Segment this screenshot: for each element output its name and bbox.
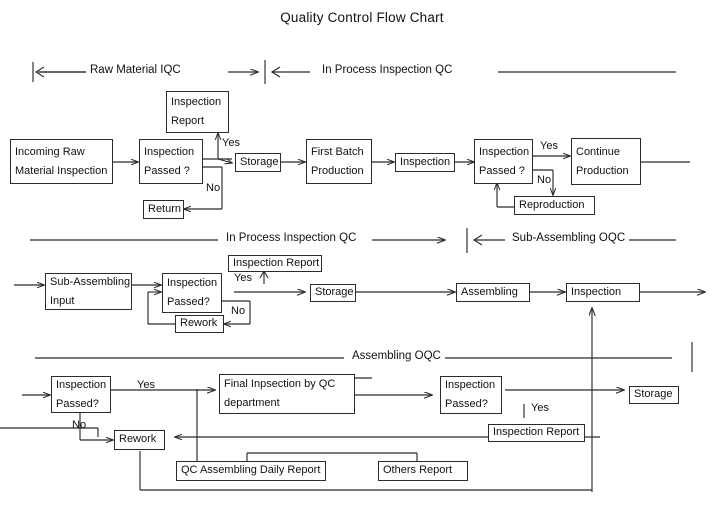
node-line-1: Inspection (400, 155, 451, 168)
band-label-raw-material-iqc: Raw Material IQC (86, 64, 185, 76)
node-line-1: Inspection (479, 145, 530, 158)
node-line-2: Passed? (56, 397, 99, 410)
node-line-2: Passed? (167, 296, 210, 308)
node-continue-production[interactable]: Continue Production (571, 138, 641, 185)
node-line-1: Return (148, 202, 182, 215)
node-line-1: Inspection (171, 96, 222, 109)
node-line-1: Inspection Report (493, 426, 580, 439)
node-inspection-1[interactable]: Inspection (395, 153, 455, 172)
node-line-2: department (224, 397, 280, 409)
node-line-1: Rework (180, 317, 218, 330)
node-sub-assembling-input[interactable]: Sub-Assembling Input (45, 273, 132, 310)
edge-label-no-3: No (231, 305, 246, 317)
node-line-1: Inspection (144, 145, 195, 158)
node-line-1: Inspection (167, 277, 218, 290)
node-line-1: Storage (315, 286, 354, 299)
node-inspection-passed-5[interactable]: Inspection Passed? (440, 376, 502, 414)
node-inspection-passed-1[interactable]: Inspection Passed ? (139, 139, 203, 184)
node-storage-3[interactable]: Storage (629, 386, 679, 404)
node-final-inspection-by-qc[interactable]: Final Inpsection by QC department (219, 374, 355, 414)
node-line-1: Inspection Report (233, 256, 320, 269)
edge-label-no-1: No (206, 182, 221, 194)
node-line-2: Input (50, 294, 75, 307)
band-label-sub-assembling-oqc: Sub-Assembling OQC (508, 232, 630, 244)
node-line-1: Incoming Raw (15, 145, 85, 158)
edge-label-yes-4: Yes (137, 379, 155, 391)
node-line-1: Inspection (571, 285, 622, 298)
node-others-report[interactable]: Others Report (378, 461, 468, 481)
node-line-1: Storage (240, 155, 279, 168)
band-label-in-process-qc-top: In Process Inspection QC (318, 64, 457, 76)
node-incoming-raw-material-inspection[interactable]: Incoming Raw Material Inspection (10, 139, 113, 184)
node-line-1: Reproduction (519, 198, 585, 211)
node-inspection-report-3[interactable]: Inspection Report (488, 424, 585, 442)
node-reproduction[interactable]: Reproduction (514, 196, 595, 215)
node-qc-assembling-daily-report[interactable]: QC Assembling Daily Report (176, 461, 326, 481)
node-inspection-2[interactable]: Inspection (566, 283, 640, 302)
node-assembling[interactable]: Assembling (456, 283, 530, 302)
node-line-1: QC Assembling Daily Report (181, 464, 321, 477)
node-line-2: Production (311, 164, 364, 177)
node-line-1: Final Inpsection by QC (224, 378, 336, 391)
node-rework-2[interactable]: Rework (114, 430, 165, 450)
node-rework-1[interactable]: Rework (175, 315, 224, 333)
edge-label-yes-3: Yes (234, 272, 252, 284)
band-label-assembling-oqc: Assembling OQC (348, 350, 445, 362)
flowchart-canvas: Quality Control Flow Chart Raw Material … (0, 0, 724, 506)
node-line-2: Passed ? (144, 164, 190, 177)
node-inspection-report-1[interactable]: Inspection Report (166, 91, 229, 133)
node-line-2: Material Inspection (15, 164, 108, 177)
edge-label-yes-2: Yes (540, 140, 558, 152)
edge-label-no-2: No (537, 174, 552, 186)
node-line-1: Rework (119, 433, 157, 446)
node-line-1: Assembling (461, 285, 518, 298)
node-line-1: Sub-Assembling (50, 275, 131, 288)
node-line-1: Inspection (445, 379, 496, 392)
node-inspection-passed-3[interactable]: Inspection Passed? (162, 273, 222, 313)
node-inspection-report-2[interactable]: Inspection Report (228, 255, 322, 272)
node-line-1: First Batch (311, 145, 364, 158)
band-label-in-process-qc-mid: In Process Inspection QC (222, 232, 361, 244)
node-line-2: Report (171, 115, 205, 127)
node-line-1: Continue (576, 145, 621, 158)
node-line-1: Inspection (56, 378, 107, 391)
node-storage-1[interactable]: Storage (235, 153, 281, 172)
node-return-1[interactable]: Return (143, 200, 184, 219)
edge-label-no-4: No (72, 419, 87, 431)
node-line-1: Others Report (383, 464, 453, 477)
edge-label-yes-1: Yes (222, 137, 240, 149)
node-storage-2[interactable]: Storage (310, 284, 356, 302)
node-line-2: Passed ? (479, 164, 525, 177)
edge-label-yes-5: Yes (531, 402, 549, 414)
node-line-1: Storage (634, 388, 673, 401)
node-inspection-passed-2[interactable]: Inspection Passed ? (474, 139, 533, 184)
node-first-batch-production[interactable]: First Batch Production (306, 139, 372, 184)
node-line-2: Passed? (445, 398, 488, 410)
node-inspection-passed-4[interactable]: Inspection Passed? (51, 376, 111, 413)
node-line-2: Production (576, 164, 629, 177)
